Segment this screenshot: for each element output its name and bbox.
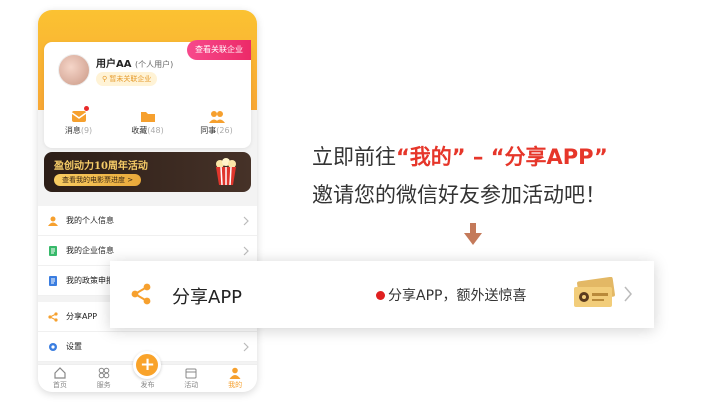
- chevron-right-icon: [243, 342, 249, 352]
- movie-ticket-icon: [574, 277, 615, 307]
- tab-label: 活动: [184, 381, 199, 389]
- document-icon: [49, 245, 57, 256]
- popcorn-icon: [216, 158, 236, 186]
- person-icon: [48, 216, 58, 226]
- tab-activity[interactable]: 活动: [169, 365, 213, 392]
- tab-label: 发布: [140, 381, 155, 389]
- anniversary-banner[interactable]: 盈创动力10周年活动 查看我的电影票进度 >: [44, 152, 251, 192]
- instruction-subline: 邀请您的微信好友参加活动吧！: [312, 183, 606, 207]
- menu-label: 设置: [66, 342, 82, 351]
- tab-publish[interactable]: + 发布: [126, 351, 170, 392]
- username-text: 用户AA: [96, 59, 132, 70]
- profile-icon: [229, 367, 241, 379]
- chevron-right-icon: [243, 246, 249, 256]
- share-hint: 分享APP，额外送惊喜: [388, 288, 527, 304]
- message-icon: [71, 106, 89, 122]
- service-icon: [98, 367, 109, 379]
- menu-item-personal-info[interactable]: 我的个人信息: [38, 206, 257, 236]
- publish-icon: +: [133, 351, 162, 379]
- chevron-right-icon: [624, 286, 632, 302]
- phone-screen: 用户AA (个人用户) ⚲ 暂未关联企业 消息(9) 收藏(48) 同事(26)…: [38, 10, 257, 392]
- headline-part1: “我的”: [396, 145, 466, 169]
- menu-label: 我的个人信息: [66, 216, 114, 225]
- home-icon: [54, 367, 66, 379]
- tab-service[interactable]: 服务: [82, 365, 126, 392]
- view-linked-company-button[interactable]: 查看关联企业: [187, 40, 251, 60]
- company-tag-text: 暂未关联企业: [109, 75, 152, 83]
- menu-label: 我的企业信息: [66, 246, 114, 255]
- headline-dash: –: [465, 145, 491, 169]
- banner-title: 盈创动力10周年活动: [54, 161, 148, 172]
- avatar[interactable]: [58, 54, 90, 86]
- instruction-headline: 立即前往“我的” – “分享APP”: [312, 141, 608, 171]
- share-title: 分享APP: [172, 287, 243, 308]
- menu-label: 分享APP: [66, 312, 98, 321]
- activity-icon: [185, 368, 197, 379]
- headline-prefix: 立即前往: [312, 145, 396, 169]
- menu-label: 我的政策申报: [66, 276, 114, 285]
- tab-profile[interactable]: 我的: [213, 365, 257, 392]
- stat-count: (48): [147, 126, 164, 135]
- stat-label: 收藏: [131, 126, 148, 135]
- tab-home[interactable]: 首页: [38, 365, 82, 392]
- unread-dot: [83, 106, 89, 111]
- tab-label: 我的: [228, 381, 243, 389]
- banner-button[interactable]: 查看我的电影票进度 >: [54, 174, 142, 186]
- share-icon: [131, 283, 151, 305]
- share-app-row[interactable]: 分享APP 分享APP，额外送惊喜: [110, 261, 654, 328]
- stat-label: 同事: [200, 126, 217, 135]
- tab-label: 首页: [52, 381, 67, 389]
- arrow-down-icon: [464, 223, 482, 245]
- chevron-right-icon: [243, 216, 249, 226]
- stats-row: 消息(9) 收藏(48) 同事(26): [44, 104, 251, 144]
- username: 用户AA (个人用户): [96, 55, 173, 70]
- bottom-tab-bar: 首页 服务 + 发布 活动 我的: [38, 351, 257, 392]
- headline-part2: “分享APP”: [490, 145, 608, 169]
- colleague-icon: [208, 108, 225, 123]
- file-icon: [49, 275, 57, 286]
- gear-icon: [49, 342, 57, 351]
- stat-label: 消息: [64, 126, 81, 135]
- tab-label: 服务: [96, 381, 111, 389]
- stat-colleagues[interactable]: 同事(26): [182, 104, 251, 144]
- stat-messages[interactable]: 消息(9): [44, 104, 113, 144]
- folder-icon: [140, 108, 156, 122]
- stat-favorites[interactable]: 收藏(48): [113, 104, 182, 144]
- stat-count: (9): [80, 126, 93, 135]
- notification-dot: [376, 291, 385, 300]
- company-link-tag[interactable]: ⚲ 暂未关联企业: [96, 72, 158, 86]
- share-icon: [48, 311, 58, 322]
- stat-count: (26): [216, 126, 233, 135]
- user-role: (个人用户): [134, 60, 174, 69]
